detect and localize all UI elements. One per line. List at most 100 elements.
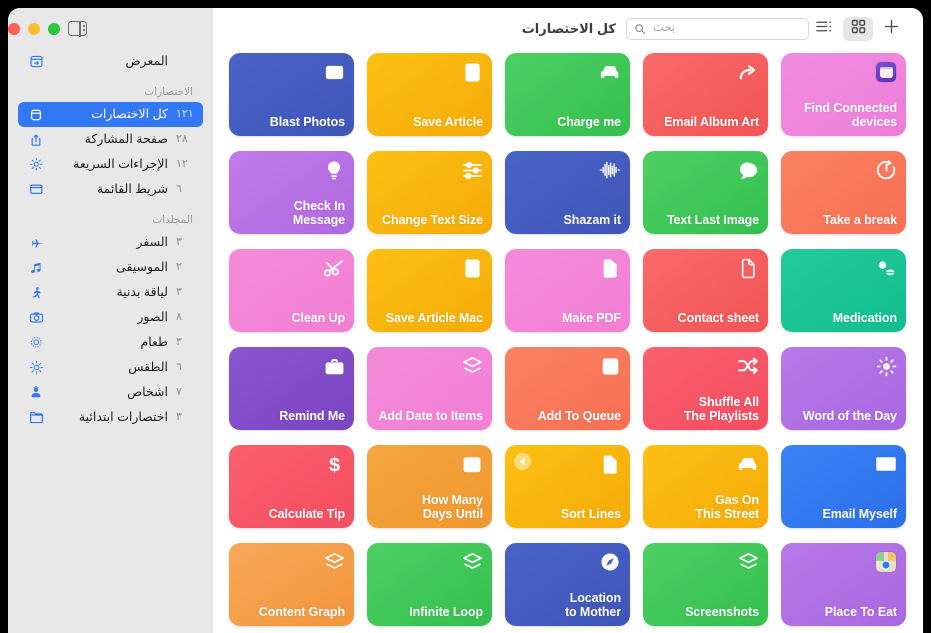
shortcuts-icon [28, 107, 44, 123]
minimize-button[interactable] [28, 22, 40, 35]
shortcut-label: Clean Up [291, 311, 345, 325]
shortcut-tile[interactable]: Text Last Image [643, 151, 768, 234]
shortcut-tile[interactable]: Save Article [367, 53, 492, 136]
pdf-doc-icon [599, 453, 621, 475]
layers-icon [323, 551, 345, 573]
shortcut-tile[interactable]: Gas On This Street [643, 445, 768, 528]
sidebar-item-quick-actions[interactable]: الإجراءات السريعة ١٢ [18, 152, 203, 177]
shortcut-tile[interactable]: How Many Days Until [367, 445, 492, 528]
sidebar-item-all-shortcuts[interactable]: كل الاختصارات ١٢١ [18, 102, 203, 127]
shortcut-tile[interactable]: Content Graph [229, 543, 354, 626]
sidebar-item-weather[interactable]: الطقس ٦ [18, 355, 203, 380]
shortcut-tile[interactable]: Take a break [781, 151, 906, 234]
search-icon [634, 23, 646, 35]
shortcut-label: Email Myself [822, 507, 897, 521]
app-maps-icon [875, 551, 897, 573]
shortcut-label: Charge me [557, 115, 621, 129]
sidebar-section-header-shortcuts: الاختصارات [144, 86, 193, 98]
shortcut-label: Gas On This Street [695, 493, 760, 521]
add-shortcut-button[interactable] [877, 16, 905, 42]
sidebar-item-label: الصور [137, 311, 168, 324]
shortcut-tile[interactable]: Clean Up [229, 249, 354, 332]
shortcut-label: Sort Lines [560, 507, 621, 521]
sidebar-item-count: ٨ [176, 311, 182, 323]
shortcut-tile[interactable]: Blast Photos [229, 53, 354, 136]
shortcut-label: Shuffle All The Playlists [683, 395, 759, 423]
gallery-icon [28, 54, 44, 70]
sidebar-item-share-sheet[interactable]: صفحة المشاركة ٢٨ [18, 127, 203, 152]
sidebar-item-photos[interactable]: الصور ٨ [18, 305, 203, 330]
shortcut-tile[interactable]: Add To Queue [505, 347, 630, 430]
sidebar-item-label: المعرض [125, 55, 168, 68]
sidebar-item-menu-bar[interactable]: شريط القائمة ٦ [18, 177, 203, 202]
shortcut-label: Save Article Mac [385, 311, 483, 325]
shortcut-label: Contact sheet [677, 311, 759, 325]
sidebar-item-fitness[interactable]: لياقة بدنية ٣ [18, 280, 203, 305]
gear-icon [28, 157, 44, 173]
shortcuts-grid-container[interactable]: Blast Photos Save Article Charge me Email A… [213, 49, 923, 633]
briefcase-icon [323, 355, 345, 377]
shortcut-tile[interactable]: Check In Message [229, 151, 354, 234]
shortcut-tile[interactable]: Infinite Loop [367, 543, 492, 626]
close-button[interactable] [8, 22, 20, 35]
shortcut-label: Email Album Art [664, 115, 759, 129]
shortcut-tile[interactable]: Word of the Day [781, 347, 906, 430]
search-input[interactable]: بحث [626, 17, 809, 40]
sidebar-item-count: ٣ [176, 411, 182, 423]
shortcuts-grid: Blast Photos Save Article Charge me Email A… [229, 49, 909, 626]
shortcut-tile[interactable]: Sort Lines [505, 445, 630, 528]
shortcut-tile[interactable]: Charge me [505, 53, 630, 136]
sidebar-item-count: ١٢ [176, 158, 188, 170]
shortcut-tile[interactable]: Medication [781, 249, 906, 332]
sidebar-item-label: صفحة المشاركة [84, 133, 168, 146]
grid-view-button[interactable] [843, 16, 873, 41]
window-controls[interactable] [8, 22, 60, 35]
sidebar-item-music[interactable]: الموسيقى ٢ [18, 255, 203, 280]
shortcut-tile[interactable]: $ Calculate Tip [229, 445, 354, 528]
sidebar-toggle-icon[interactable] [68, 20, 87, 37]
shortcut-tile[interactable]: Save Article Mac [367, 249, 492, 332]
shortcut-tile[interactable]: Add Date to Items [367, 347, 492, 430]
sidebar-item-travel[interactable]: السفر ٣ [18, 230, 203, 255]
compass-icon [599, 551, 621, 573]
shortcut-label: Place To Eat [824, 605, 897, 619]
sidebar-section-header-folders: المجلدات [152, 214, 193, 226]
app-disk-icon [875, 61, 897, 83]
sidebar-item-count: ١٢١ [176, 108, 194, 120]
shuffle-icon [737, 355, 759, 377]
list-view-button[interactable] [809, 17, 839, 41]
timer-icon [875, 159, 897, 181]
sidebar-item-food[interactable]: طعام ٣ [18, 330, 203, 355]
shortcut-label: Find Connected devices [803, 101, 897, 129]
music-note-icon [28, 260, 44, 276]
sidebar: المعرض الاختصارات كل الاختصارات ١٢١ صفحة… [8, 8, 213, 633]
sidebar-list: المعرض الاختصارات كل الاختصارات ١٢١ صفحة… [8, 49, 213, 633]
shortcut-tile[interactable]: Find Connected devices [781, 53, 906, 136]
sidebar-item-count: ٣ [176, 336, 182, 348]
calendar-icon [461, 453, 483, 475]
shortcut-tile[interactable]: Screenshots [643, 543, 768, 626]
shortcut-tile[interactable]: Make PDF [505, 249, 630, 332]
shortcut-tile[interactable]: Change Text Size [367, 151, 492, 234]
photo-icon [323, 61, 345, 83]
sidebar-item-gallery[interactable]: المعرض [18, 49, 203, 74]
shortcut-tile[interactable]: Email Album Art [643, 53, 768, 136]
shortcut-label: Shazam it [563, 213, 622, 227]
shortcut-tile[interactable]: Location to Mother [505, 543, 630, 626]
shortcut-tile[interactable]: Contact sheet [643, 249, 768, 332]
sidebar-item-label: كل الاختصارات [91, 108, 168, 121]
document-icon [737, 257, 759, 279]
shortcut-tile[interactable]: Place To Eat [781, 543, 906, 626]
shortcut-tile[interactable]: Shazam it [505, 151, 630, 234]
svg-text:$: $ [328, 454, 339, 475]
sidebar-item-starter-shortcuts[interactable]: اختصارات ابتدائية ٣ [18, 405, 203, 430]
shortcut-label: Infinite Loop [409, 605, 483, 619]
shortcut-tile[interactable]: Email Myself [781, 445, 906, 528]
sidebar-item-people[interactable]: أشخاص ٧ [18, 380, 203, 405]
zoom-button[interactable] [48, 22, 60, 35]
shortcut-label: How Many Days Until [421, 493, 483, 521]
shortcut-tile[interactable]: Remind Me [229, 347, 354, 430]
shortcut-tile[interactable]: Shuffle All The Playlists [643, 347, 768, 430]
layers-icon [461, 355, 483, 377]
sidebar-item-count: ٣ [176, 236, 182, 248]
